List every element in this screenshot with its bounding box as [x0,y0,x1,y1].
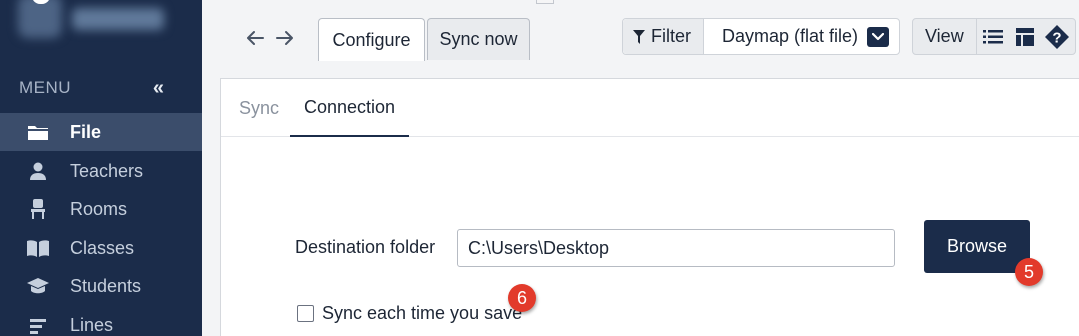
sidebar-item-label: Teachers [70,160,144,181]
app-logo [18,0,168,48]
chair-icon [24,198,52,220]
folder-icon [24,121,52,143]
sync-on-save-checkbox[interactable] [297,305,314,322]
chevron-down-icon [867,26,889,47]
sidebar-item-rooms[interactable]: Rooms [0,190,202,228]
layout-icon[interactable] [1009,19,1041,54]
funnel-icon [633,29,645,44]
collapse-menu-icon[interactable]: « [153,77,164,100]
lines-icon [24,314,52,336]
toolbar: Configure Sync now Filter Daymap (flat f… [202,0,1079,61]
divider [536,0,554,4]
destination-folder-input[interactable] [457,229,895,267]
sidebar-item-classes[interactable]: Classes [0,229,202,267]
sidebar-item-file[interactable]: File [0,113,202,151]
sidebar-item-label: Rooms [70,198,128,219]
tab-sync[interactable]: Sync [239,79,279,137]
view-label: View [925,26,964,46]
browse-button[interactable]: Browse [924,220,1030,273]
sync-on-save-label: Sync each time you save [322,303,523,323]
annotation-badge-5: 5 [1015,258,1043,286]
filter-button[interactable]: Filter [623,19,704,54]
book-icon [24,237,52,259]
panel-tabs: Sync Connection [221,79,1079,137]
svg-text:?: ? [1052,29,1061,46]
view-button[interactable]: View [913,19,977,54]
filter-label: Filter [651,26,691,46]
sync-on-save-option[interactable]: Sync each time you save [297,303,522,324]
tab-connection[interactable]: Connection [290,79,410,137]
sidebar-item-label: Students [70,275,142,296]
arrow-left-icon[interactable] [242,24,268,52]
arrow-right-icon[interactable] [272,24,298,52]
list-icon[interactable] [977,19,1009,54]
help-icon[interactable]: ? [1041,19,1073,54]
connection-panel: Sync Connection Destination folder Brows… [220,78,1079,336]
source-select[interactable]: Daymap (flat file) [704,19,899,54]
sidebar-item-students[interactable]: Students [0,267,202,305]
sidebar-item-label: File [70,121,102,142]
sidebar: MENU « File Teachers Rooms Classes Stude… [0,0,202,336]
sidebar-item-teachers[interactable]: Teachers [0,152,202,190]
graduation-cap-icon [24,275,52,297]
destination-folder-label: Destination folder [295,237,436,257]
selected-source: Daymap (flat file) [722,26,859,46]
tab-sync-now[interactable]: Sync now [427,18,530,60]
tab-configure[interactable]: Configure [318,18,425,61]
sidebar-item-label: Classes [70,237,135,258]
view-group: View ? [912,18,1076,55]
source-filter-group: Filter Daymap (flat file) [622,18,900,55]
sidebar-item-lines[interactable]: Lines [0,306,202,336]
annotation-badge-6: 6 [508,284,536,312]
person-icon [24,160,52,182]
sidebar-item-label: Lines [70,314,114,335]
menu-header: MENU « [0,70,202,106]
menu-label: MENU [19,78,72,97]
